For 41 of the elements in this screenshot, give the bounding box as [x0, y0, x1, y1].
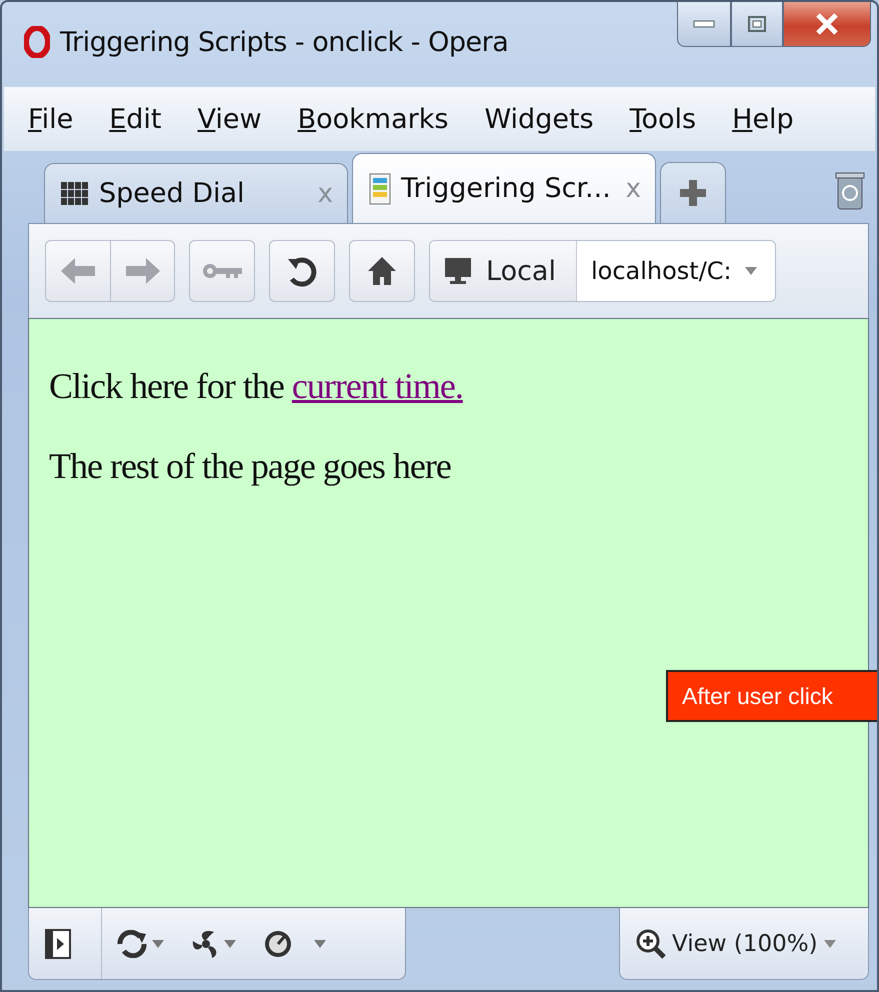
left-arrow-icon	[61, 258, 95, 284]
menu-item[interactable]: View	[198, 104, 262, 134]
zoom-in-icon	[636, 928, 666, 958]
o-logo-icon	[24, 26, 50, 58]
menu-item[interactable]: Help	[732, 104, 794, 134]
tab-label: Triggering Scr...	[401, 173, 612, 204]
right-arrow-icon	[126, 258, 160, 284]
close-icon	[815, 13, 839, 35]
plus-icon	[680, 180, 706, 206]
new-tab-button[interactable]	[660, 162, 726, 223]
tab[interactable]: Triggering Scr... x	[352, 153, 656, 223]
caret-icon	[152, 940, 164, 948]
menu-item[interactable]: Widgets	[484, 104, 594, 134]
zoom-button[interactable]: View (100%)	[619, 908, 869, 980]
panel-icon	[45, 928, 71, 958]
maximize-icon	[748, 16, 766, 32]
maximize-button[interactable]	[731, 2, 783, 47]
tab[interactable]: Speed Dial x	[44, 163, 348, 223]
sync-icon	[116, 930, 148, 958]
reload-icon	[286, 255, 318, 287]
close-button[interactable]	[783, 2, 871, 47]
menu-item[interactable]: Tools	[630, 104, 696, 134]
caret-icon	[824, 940, 836, 948]
caret-icon	[224, 940, 236, 948]
key-icon	[202, 262, 242, 280]
page-icon	[369, 172, 391, 204]
menu-item[interactable]: File	[28, 104, 74, 134]
minimize-icon	[693, 20, 715, 28]
minimize-button[interactable]	[677, 2, 731, 47]
paragraph: Click here for the current time.	[49, 365, 464, 407]
home-icon	[367, 256, 397, 286]
caret-icon	[314, 940, 326, 948]
menu-item[interactable]: Edit	[109, 104, 162, 134]
window-title: Triggering Scripts - onclick - Opera	[60, 26, 508, 58]
grid-icon	[61, 182, 89, 206]
time-link[interactable]: current time.	[292, 366, 463, 406]
tab-label: Speed Dial	[99, 178, 246, 209]
menu-item[interactable]: Bookmarks	[298, 104, 448, 134]
callout-label: After user click	[666, 670, 877, 722]
gauge-icon	[264, 930, 292, 958]
paragraph: The rest of the page goes here	[49, 445, 452, 487]
